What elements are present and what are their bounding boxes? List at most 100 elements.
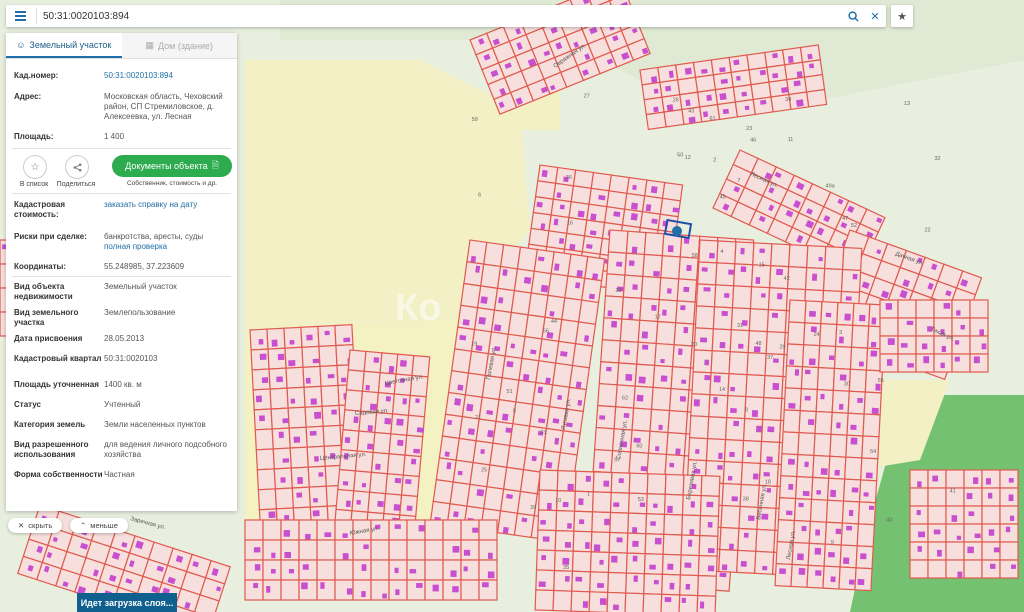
parcel-number: 53 [638,497,644,503]
tab-land-plot[interactable]: ☺ Земельный участок [6,33,122,58]
favorite-button[interactable]: ☆ [23,155,47,179]
parcel-number: 20 [691,342,697,348]
detail-row: Дата присвоения 28.05.2013 [6,334,237,354]
less-button[interactable]: ⌃ меньше [70,518,128,533]
parcel-number: 13 [904,101,910,107]
parcel-number: 16 [567,220,573,226]
detail-row-address: Адрес: Московская область, Чеховский рай… [6,92,237,132]
order-certificate-link[interactable]: заказать справку на дату [104,200,229,232]
parcel-number: 11 [788,137,794,143]
object-tabs: ☺ Земельный участок ▦ Дом (здание) [6,33,237,59]
detail-label: Кад.номер: [14,71,59,80]
parcel-number: 33 [540,430,546,436]
parcel-number: 38 [743,497,749,503]
star-outline-icon: ☆ [30,161,40,173]
parcel-number: 29 [780,344,786,350]
parcel-number: 26 [673,98,679,104]
parcel-number: 50 [677,152,683,158]
parcel-number: 28 [615,288,621,294]
share-icon [73,163,81,171]
tab-building[interactable]: ▦ Дом (здание) [121,33,237,58]
parcel-number: 15 [759,262,765,268]
area-value: 1 400 [104,132,125,141]
parcel-number: 18 [765,479,771,485]
detail-row: Статус Учтенный [6,400,237,420]
documents-button[interactable]: Документы объекта 🗎 [112,155,232,177]
detail-value: Земельный участок [104,282,177,291]
cadastral-number-link[interactable]: 50:31:0020103:894 [104,71,229,92]
parcel-number: 30 [844,381,850,387]
search-bar: ✕ [6,5,886,27]
parcel-number: 25 [481,467,487,473]
parcel-number: 48 [755,341,761,347]
watermark: Ко [395,287,441,329]
detail-value: 28.05.2013 [104,334,145,343]
parcel-number: 24 [814,332,820,338]
parcel-number: 56 [543,329,549,335]
detail-label: Площадь: [14,132,54,141]
info-panel: ☺ Земельный участок ▦ Дом (здание) Кад.н… [6,33,237,511]
documents-subtitle: Собственник, стоимость и др. [126,180,217,187]
parcel-number: 2 [713,157,716,163]
bookmarks-button[interactable]: ★ [891,5,913,27]
parcel-number: 32 [935,156,941,162]
search-input[interactable] [39,7,807,25]
parcel-number: 47 [842,216,848,222]
parcel-number: 36 [566,175,572,181]
detail-value: Учтенный [104,400,141,409]
chevron-up-icon: ⌃ [80,521,87,530]
share-button[interactable] [65,155,89,179]
menu-button[interactable] [6,5,34,27]
parcel-number: 45 [720,194,726,200]
document-icon: 🗎 [211,160,219,170]
building-icon: ▦ [145,40,154,50]
address-value: Московская область, Чеховский район, СП … [104,92,223,121]
detail-row-cadastral-number: Кад.номер: 50:31:0020103:894 [6,71,237,92]
detail-label: Дата присвоения [14,334,83,343]
detail-label: Кадастровая стоимость: [14,200,66,219]
detail-value: для ведения личного подсобного хозяйства [104,440,227,459]
tab-label: Дом (здание) [157,40,214,51]
parcel-number: 10 [555,498,561,504]
parcel-number: 35 [563,565,569,571]
less-label: меньше [90,521,118,530]
parcel-number: 46 [750,137,756,143]
location-pin-icon [672,226,682,236]
parcel-number: 54 [870,449,876,455]
parcel-number: 49а [826,183,836,189]
risks-value: банкротства, аресты, суды [104,232,204,241]
hide-panel-button[interactable]: ✕ скрыть [8,518,63,533]
parcel-number: 42 [784,276,790,282]
parcel-number: 9 [831,540,834,546]
detail-value: Земли населенных пунктов [104,420,206,429]
detail-label: Кадастровый квартал [14,354,102,363]
detail-label: Площадь уточненная [14,380,99,389]
detail-row-risks: Риски при сделке: банкротства, аресты, с… [6,232,237,262]
clear-icon[interactable]: ✕ [864,5,886,27]
parcel-number: 58 [692,253,698,259]
hide-label: скрыть [28,521,53,530]
hamburger-icon [14,15,26,17]
detail-label: Риски при сделке: [14,232,87,241]
detail-row: Вид объекта недвижимости Земельный участо… [6,282,237,308]
parcel-number: 31 [737,323,743,329]
detail-row: Вид разрешенного использования для ведени… [6,440,237,470]
parcel-number: 52 [851,223,857,229]
parcel-number: 40 [886,518,892,524]
search-icon[interactable] [842,5,864,27]
detail-row: Форма собственности Частная [6,470,237,490]
detail-value: Землепользование [104,308,176,317]
parcel-number: 55 [878,378,884,384]
parcel-number: 8 [745,408,748,414]
parcel-number: 4 [720,249,723,255]
parcel-number: 62 [622,395,628,401]
full-check-link[interactable]: полная проверка [104,242,229,252]
parcel-number: 6 [478,192,481,198]
parcel-number: 22 [925,228,931,234]
detail-row: Кадастровый квартал 50:31:0020103 [6,354,237,380]
detail-label: Вид разрешенного использования [14,440,89,459]
detail-row: Вид земельного участка Землепользование [6,308,237,334]
parcel-number: 37 [767,355,773,361]
parcel-number: 21 [475,415,481,421]
parcel-number: 3 [839,330,842,336]
